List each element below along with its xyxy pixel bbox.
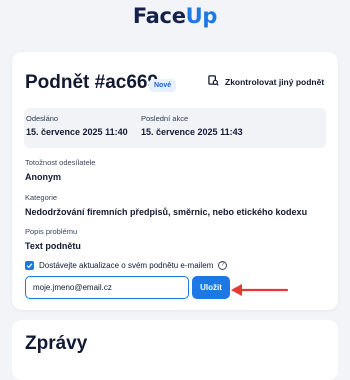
report-card: Podnět #ac669 Nové Zkontrolovat jiný pod…: [12, 52, 338, 310]
search-report-icon: [208, 75, 219, 88]
check-other-report-label: Zkontrolovat jiný podnět: [225, 76, 325, 87]
email-updates-option: Dostávejte aktualizace o svém podnětu e-…: [25, 261, 228, 270]
sent-info: Odesláno 15. července 2025 11:40: [26, 114, 128, 137]
category-field: Kategorie Nedodržování firemních předpis…: [25, 193, 307, 217]
help-icon[interactable]: ?: [218, 261, 228, 270]
sent-value: 15. července 2025 11:40: [26, 127, 128, 137]
check-other-report-link[interactable]: Zkontrolovat jiný podnět: [208, 75, 324, 88]
last-action-info: Poslední akce 15. července 2025 11:43: [141, 114, 243, 137]
last-action-value: 15. července 2025 11:43: [141, 127, 243, 137]
email-updates-label: Dostávejte aktualizace o svém podnětu e-…: [39, 261, 214, 270]
messages-title: Zprávy: [25, 333, 88, 354]
description-value: Text podnětu: [25, 241, 81, 251]
save-button[interactable]: Uložit: [192, 276, 230, 299]
report-dates-box: Odesláno 15. července 2025 11:40 Posledn…: [24, 108, 326, 148]
category-value: Nedodržování firemních předpisů, směrnic…: [25, 207, 308, 217]
page-title: Podnět #ac669: [25, 72, 159, 93]
checkmark-icon: [26, 263, 33, 269]
status-badge: Nové: [149, 79, 177, 92]
email-input[interactable]: [25, 276, 189, 299]
description-field: Popis problému Text podnětu: [25, 227, 81, 251]
email-updates-checkbox[interactable]: [25, 261, 34, 270]
category-label: Kategorie: [25, 193, 58, 202]
last-action-label: Poslední akce: [141, 114, 189, 123]
identity-value: Anonym: [25, 172, 61, 182]
messages-card: Zprávy: [12, 320, 338, 380]
identity-field: Totožnost odesílatele Anonym: [25, 158, 95, 182]
annotation-arrow-icon: [231, 284, 289, 296]
sent-label: Odesláno: [26, 114, 59, 123]
description-label: Popis problému: [25, 227, 78, 236]
faceup-logo: FaceUp: [132, 4, 218, 28]
identity-label: Totožnost odesílatele: [25, 158, 96, 167]
